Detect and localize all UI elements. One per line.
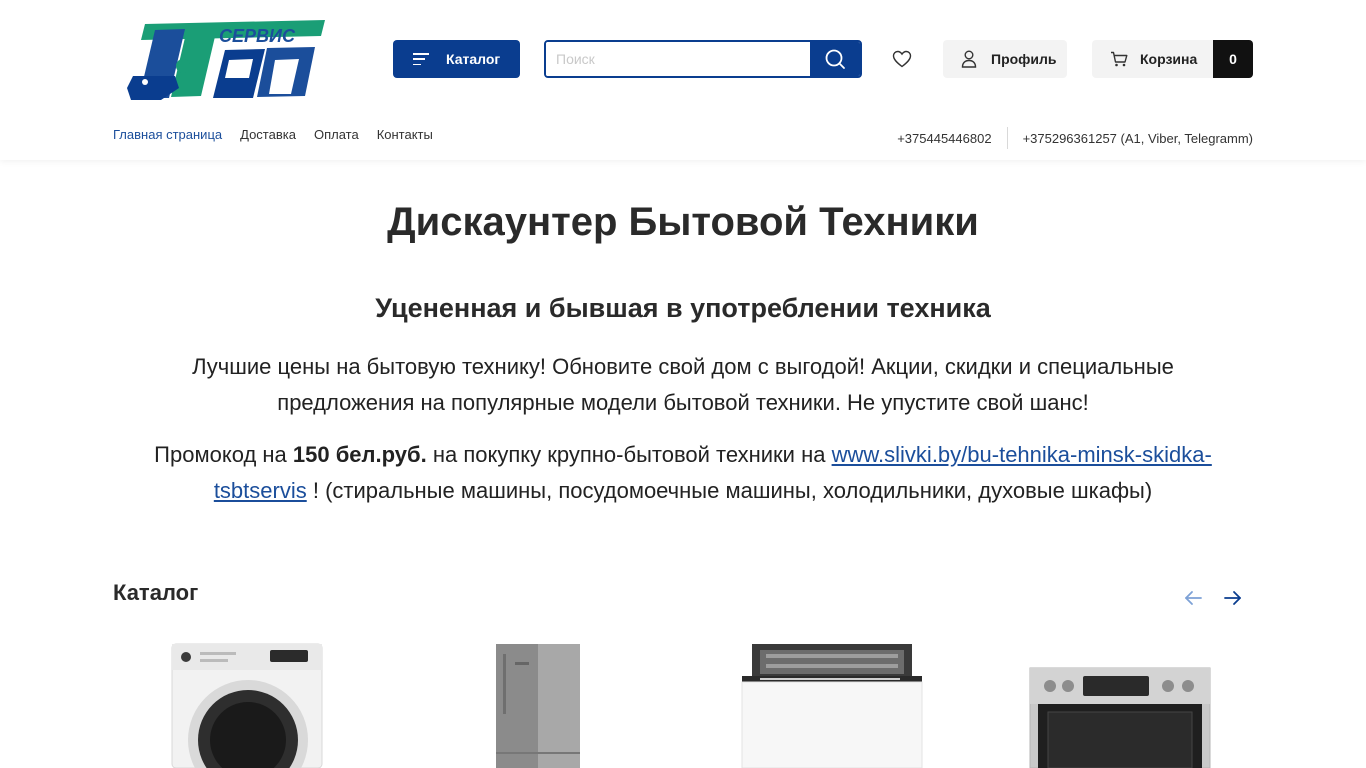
carousel-next-button[interactable] bbox=[1221, 586, 1245, 610]
page-title: Дискаунтер Бытовой Техники bbox=[387, 200, 979, 244]
page-subtitle: Уцененная и бывшая в употреблении техник… bbox=[375, 293, 991, 323]
catalog-button-label: Каталог bbox=[446, 51, 501, 67]
cart-count-badge: 0 bbox=[1213, 40, 1253, 78]
main-nav: Главная страница Доставка Оплата Контакт… bbox=[113, 127, 433, 142]
cart-button[interactable]: Корзина 0 bbox=[1092, 40, 1253, 78]
promo-middle: на покупку крупно-бытовой техники на bbox=[426, 442, 832, 467]
hero-description: Лучшие цены на бытовую технику! Обновите… bbox=[192, 354, 1174, 415]
favorites-button[interactable] bbox=[888, 46, 916, 72]
carousel-prev-button[interactable] bbox=[1181, 586, 1205, 610]
nav-item-delivery[interactable]: Доставка bbox=[240, 127, 296, 142]
user-icon bbox=[961, 50, 977, 68]
washing-machine-image bbox=[171, 643, 323, 768]
product-card-oven[interactable] bbox=[1028, 640, 1213, 768]
oven-image bbox=[1029, 667, 1211, 768]
catalog-button[interactable]: Каталог bbox=[393, 40, 520, 78]
logo[interactable]: СЕРВИС bbox=[125, 18, 327, 102]
search-box bbox=[544, 40, 862, 78]
cart-button-label: Корзина bbox=[1140, 51, 1198, 67]
promo-text: Промокод на 150 бел.руб. на покупку круп… bbox=[120, 437, 1246, 509]
heart-icon bbox=[892, 50, 912, 68]
profile-button-label: Профиль bbox=[991, 51, 1057, 67]
promo-amount: 150 бел.руб. bbox=[292, 442, 427, 467]
menu-icon bbox=[413, 53, 429, 65]
promo-suffix: ! (стиральные машины, посудомоечные маши… bbox=[306, 478, 1153, 503]
logo-image: СЕРВИС bbox=[127, 20, 325, 100]
product-card-refrigerator[interactable] bbox=[493, 640, 583, 768]
promo-prefix: Промокод на bbox=[154, 442, 293, 467]
nav-item-home[interactable]: Главная страница bbox=[113, 127, 222, 142]
nav-item-contacts[interactable]: Контакты bbox=[377, 127, 433, 142]
phone-1[interactable]: +375445446802 bbox=[897, 131, 991, 146]
arrow-right-icon bbox=[1224, 591, 1241, 605]
dishwasher-image bbox=[741, 644, 923, 768]
nav-item-payment[interactable]: Оплата bbox=[314, 127, 359, 142]
phone-2[interactable]: +375296361257 (A1, Viber, Telegramm) bbox=[1023, 131, 1253, 146]
site-header: СЕРВИС Каталог Профиль bbox=[0, 0, 1366, 160]
logo-text-top: СЕРВИС bbox=[219, 26, 296, 46]
search-icon bbox=[825, 49, 845, 69]
search-button[interactable] bbox=[810, 42, 860, 76]
catalog-section-title: Каталог bbox=[113, 580, 199, 605]
profile-button[interactable]: Профиль bbox=[943, 40, 1067, 78]
product-card-dishwasher[interactable] bbox=[740, 640, 925, 768]
phone-numbers: +375445446802 +375296361257 (A1, Viber, … bbox=[897, 127, 1253, 149]
refrigerator-image bbox=[496, 644, 580, 768]
divider bbox=[1006, 127, 1008, 149]
arrow-left-icon bbox=[1185, 591, 1202, 605]
search-input[interactable] bbox=[546, 42, 810, 76]
product-card-washing-machine[interactable] bbox=[170, 640, 325, 768]
cart-icon bbox=[1111, 51, 1128, 67]
